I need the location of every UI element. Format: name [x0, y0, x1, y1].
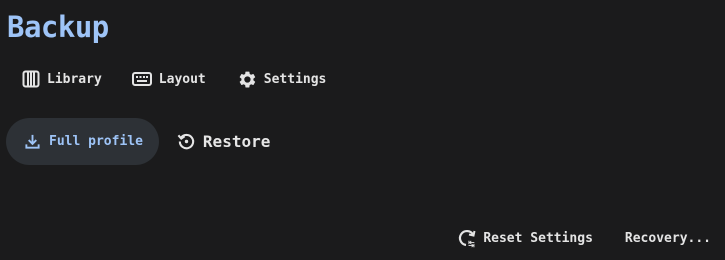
tab-library-label: Library [47, 71, 102, 87]
backup-actions: Full profile Restore [6, 118, 270, 165]
tab-settings[interactable]: Settings [238, 66, 327, 92]
recovery-button[interactable]: Recovery... [625, 226, 711, 250]
reset-settings-label: Reset Settings [483, 230, 593, 246]
restore-button[interactable]: Restore [177, 118, 270, 165]
tab-layout-label: Layout [158, 71, 206, 87]
restore-icon [177, 133, 195, 150]
tab-bar: Library Layout Settings [22, 66, 356, 92]
gear-icon [239, 71, 255, 87]
svg-text:↹: ↹ [468, 240, 475, 249]
tab-layout[interactable]: Layout [131, 66, 206, 92]
tab-settings-label: Settings [263, 71, 327, 87]
page-title: Backup [7, 10, 109, 44]
library-icon [22, 70, 40, 88]
reset-settings-button[interactable]: ↹ Reset Settings [457, 226, 593, 250]
full-profile-button[interactable]: Full profile [6, 118, 159, 165]
full-profile-label: Full profile [49, 134, 143, 149]
recovery-label: Recovery... [624, 230, 711, 246]
keyboard-icon [131, 72, 152, 86]
footer-actions: ↹ Reset Settings Recovery... [457, 226, 711, 250]
restore-label: Restore [202, 132, 271, 151]
tab-library[interactable]: Library [22, 66, 102, 92]
download-icon [25, 134, 40, 149]
reset-settings-icon: ↹ [459, 230, 476, 249]
